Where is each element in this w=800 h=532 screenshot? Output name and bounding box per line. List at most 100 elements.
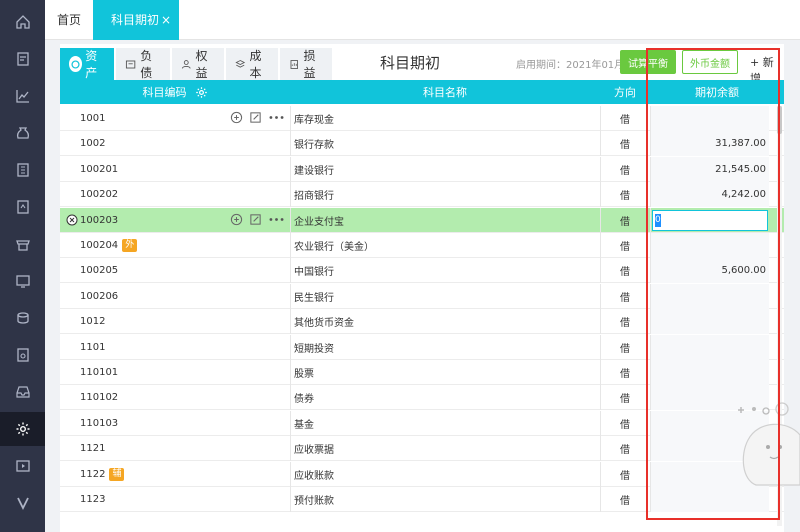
sidebar-item-inbox[interactable] <box>0 375 45 409</box>
cell-balance[interactable]: 4,242.00 <box>650 182 770 207</box>
sidebar-item-invoice[interactable] <box>0 190 45 224</box>
cell-balance[interactable] <box>650 335 770 360</box>
table-row[interactable]: 110102 债券 借 <box>60 385 784 411</box>
column-divider <box>290 283 291 309</box>
more-icon[interactable] <box>268 213 285 226</box>
cell-balance[interactable] <box>650 309 770 334</box>
edit-icon[interactable] <box>249 213 262 226</box>
table-row[interactable]: 100206 民生银行 借 <box>60 283 784 309</box>
cell-direction: 借 <box>620 419 630 431</box>
column-header-direction: 方向 <box>614 86 636 99</box>
subtab-equity[interactable]: 权益 <box>172 48 224 80</box>
table-row[interactable]: 1001 库存现金 借 <box>60 106 784 131</box>
subtab-profit-loss-label: 损益 <box>303 49 316 80</box>
sidebar-item-report[interactable] <box>0 79 45 113</box>
cell-balance[interactable] <box>650 233 770 258</box>
table-row[interactable]: 1002 银行存款 借 31,387.00 <box>60 131 784 157</box>
add-circle-icon[interactable] <box>230 111 243 124</box>
fx-amount-button[interactable]: 外币金额 <box>682 50 738 74</box>
remove-row-icon[interactable] <box>66 214 78 226</box>
subtab-cost[interactable]: 成本 <box>226 48 278 80</box>
sidebar-item-store[interactable] <box>0 227 45 261</box>
sidebar-item-vip[interactable] <box>0 486 45 520</box>
column-divider <box>290 385 291 411</box>
row-badge[interactable]: 辅 <box>109 467 125 481</box>
row-actions <box>230 111 291 124</box>
cell-direction: 借 <box>620 343 630 355</box>
column-divider <box>290 461 291 487</box>
invoice-icon <box>16 200 29 214</box>
cell-code: 110103 <box>80 411 280 436</box>
store-icon <box>15 240 30 251</box>
cell-direction: 借 <box>620 140 630 152</box>
sidebar-item-tax[interactable] <box>0 338 45 372</box>
table-row[interactable]: 1122 辅 应收账款 借 <box>60 461 784 487</box>
cell-name: 其他货币资金 <box>294 318 354 330</box>
column-divider <box>290 156 291 182</box>
trial-balance-button[interactable]: 试算平衡 <box>620 50 676 74</box>
cell-balance[interactable] <box>650 360 770 385</box>
code-text: 110101 <box>80 367 119 378</box>
cell-balance[interactable]: 5,600.00 <box>650 258 770 283</box>
cell-name: 招商银行 <box>294 191 334 203</box>
table-row[interactable]: 1012 其他货币资金 借 <box>60 309 784 335</box>
tab-opening-balance[interactable]: 科目期初 × <box>93 0 179 40</box>
edit-icon[interactable] <box>249 111 262 124</box>
cell-code: 100202 <box>80 182 280 207</box>
subtab-profit-loss[interactable]: 损益 <box>280 48 332 80</box>
sidebar-item-settings[interactable] <box>0 412 45 446</box>
subtab-liabilities[interactable]: 负债 <box>116 48 170 80</box>
cell-balance[interactable] <box>650 106 770 131</box>
column-divider <box>650 207 651 233</box>
balance-input[interactable]: 0 <box>652 209 768 231</box>
table-row[interactable]: 100205 中国银行 借 5,600.00 <box>60 258 784 284</box>
cell-direction: 借 <box>620 191 630 203</box>
add-circle-icon[interactable] <box>230 213 243 226</box>
gear-icon <box>16 422 29 436</box>
cell-code: 110101 <box>80 360 280 385</box>
cell-name: 民生银行 <box>294 292 334 304</box>
column-divider <box>290 182 291 208</box>
scrollbar-thumb[interactable] <box>777 106 782 134</box>
code-text: 100206 <box>80 290 119 302</box>
code-text: 1001 <box>80 113 106 124</box>
table-row[interactable]: 1123 预付账款 借 <box>60 487 784 512</box>
code-text: 100205 <box>80 265 119 277</box>
code-text: 1123 <box>80 494 106 505</box>
cell-name: 银行存款 <box>294 140 334 152</box>
table-row[interactable]: 110103 基金 借 <box>60 410 784 436</box>
more-icon[interactable] <box>268 111 285 124</box>
sidebar-item-salary[interactable] <box>0 301 45 335</box>
table-row[interactable]: 100202 招商银行 借 4,242.00 <box>60 182 784 208</box>
cell-balance[interactable] <box>650 284 770 309</box>
sidebar-item-assets[interactable] <box>0 264 45 298</box>
tab-home[interactable]: 首页 <box>57 0 81 40</box>
sidebar-item-funds[interactable] <box>0 116 45 150</box>
table-row[interactable]: 100201 建设银行 借 21,545.00 <box>60 156 784 182</box>
table-row[interactable]: 1101 短期投资 借 <box>60 334 784 360</box>
table-row[interactable]: 110101 股票 借 <box>60 360 784 385</box>
cell-direction: 借 <box>620 216 630 228</box>
column-settings-gear-icon[interactable] <box>195 86 208 99</box>
table-row[interactable]: 100203 企业支付宝 借 0 <box>60 207 784 233</box>
balance-input-value: 0 <box>655 213 661 227</box>
cell-balance[interactable]: 31,387.00 <box>650 131 770 156</box>
code-text: 100202 <box>80 189 119 201</box>
cell-code: 1012 <box>80 309 280 334</box>
column-divider <box>290 360 291 385</box>
cell-balance[interactable]: 21,545.00 <box>650 157 770 182</box>
subtab-assets[interactable]: 资产 <box>60 48 114 80</box>
table-row[interactable]: 100204 外 农业银行（美金） 借 <box>60 233 784 258</box>
toolbar: 资产 负债 权益 成本 损益 科目期初 启用期间：2021年01月 试算平衡 外… <box>60 44 784 85</box>
sidebar-item-voucher[interactable] <box>0 42 45 76</box>
table-row[interactable]: 1121 应收票据 借 <box>60 436 784 462</box>
sidebar-item-video[interactable] <box>0 449 45 483</box>
tab-close-icon[interactable]: × <box>161 0 171 40</box>
column-header-name: 科目名称 <box>423 86 467 99</box>
cell-name: 中国银行 <box>294 267 334 279</box>
sidebar-item-ledger[interactable] <box>0 153 45 187</box>
row-badge[interactable]: 外 <box>122 239 138 252</box>
sidebar-item-home[interactable] <box>0 5 45 39</box>
cell-code: 100201 <box>80 157 280 182</box>
table-header: 科目编码 科目名称 方向 期初余额 <box>60 80 784 104</box>
